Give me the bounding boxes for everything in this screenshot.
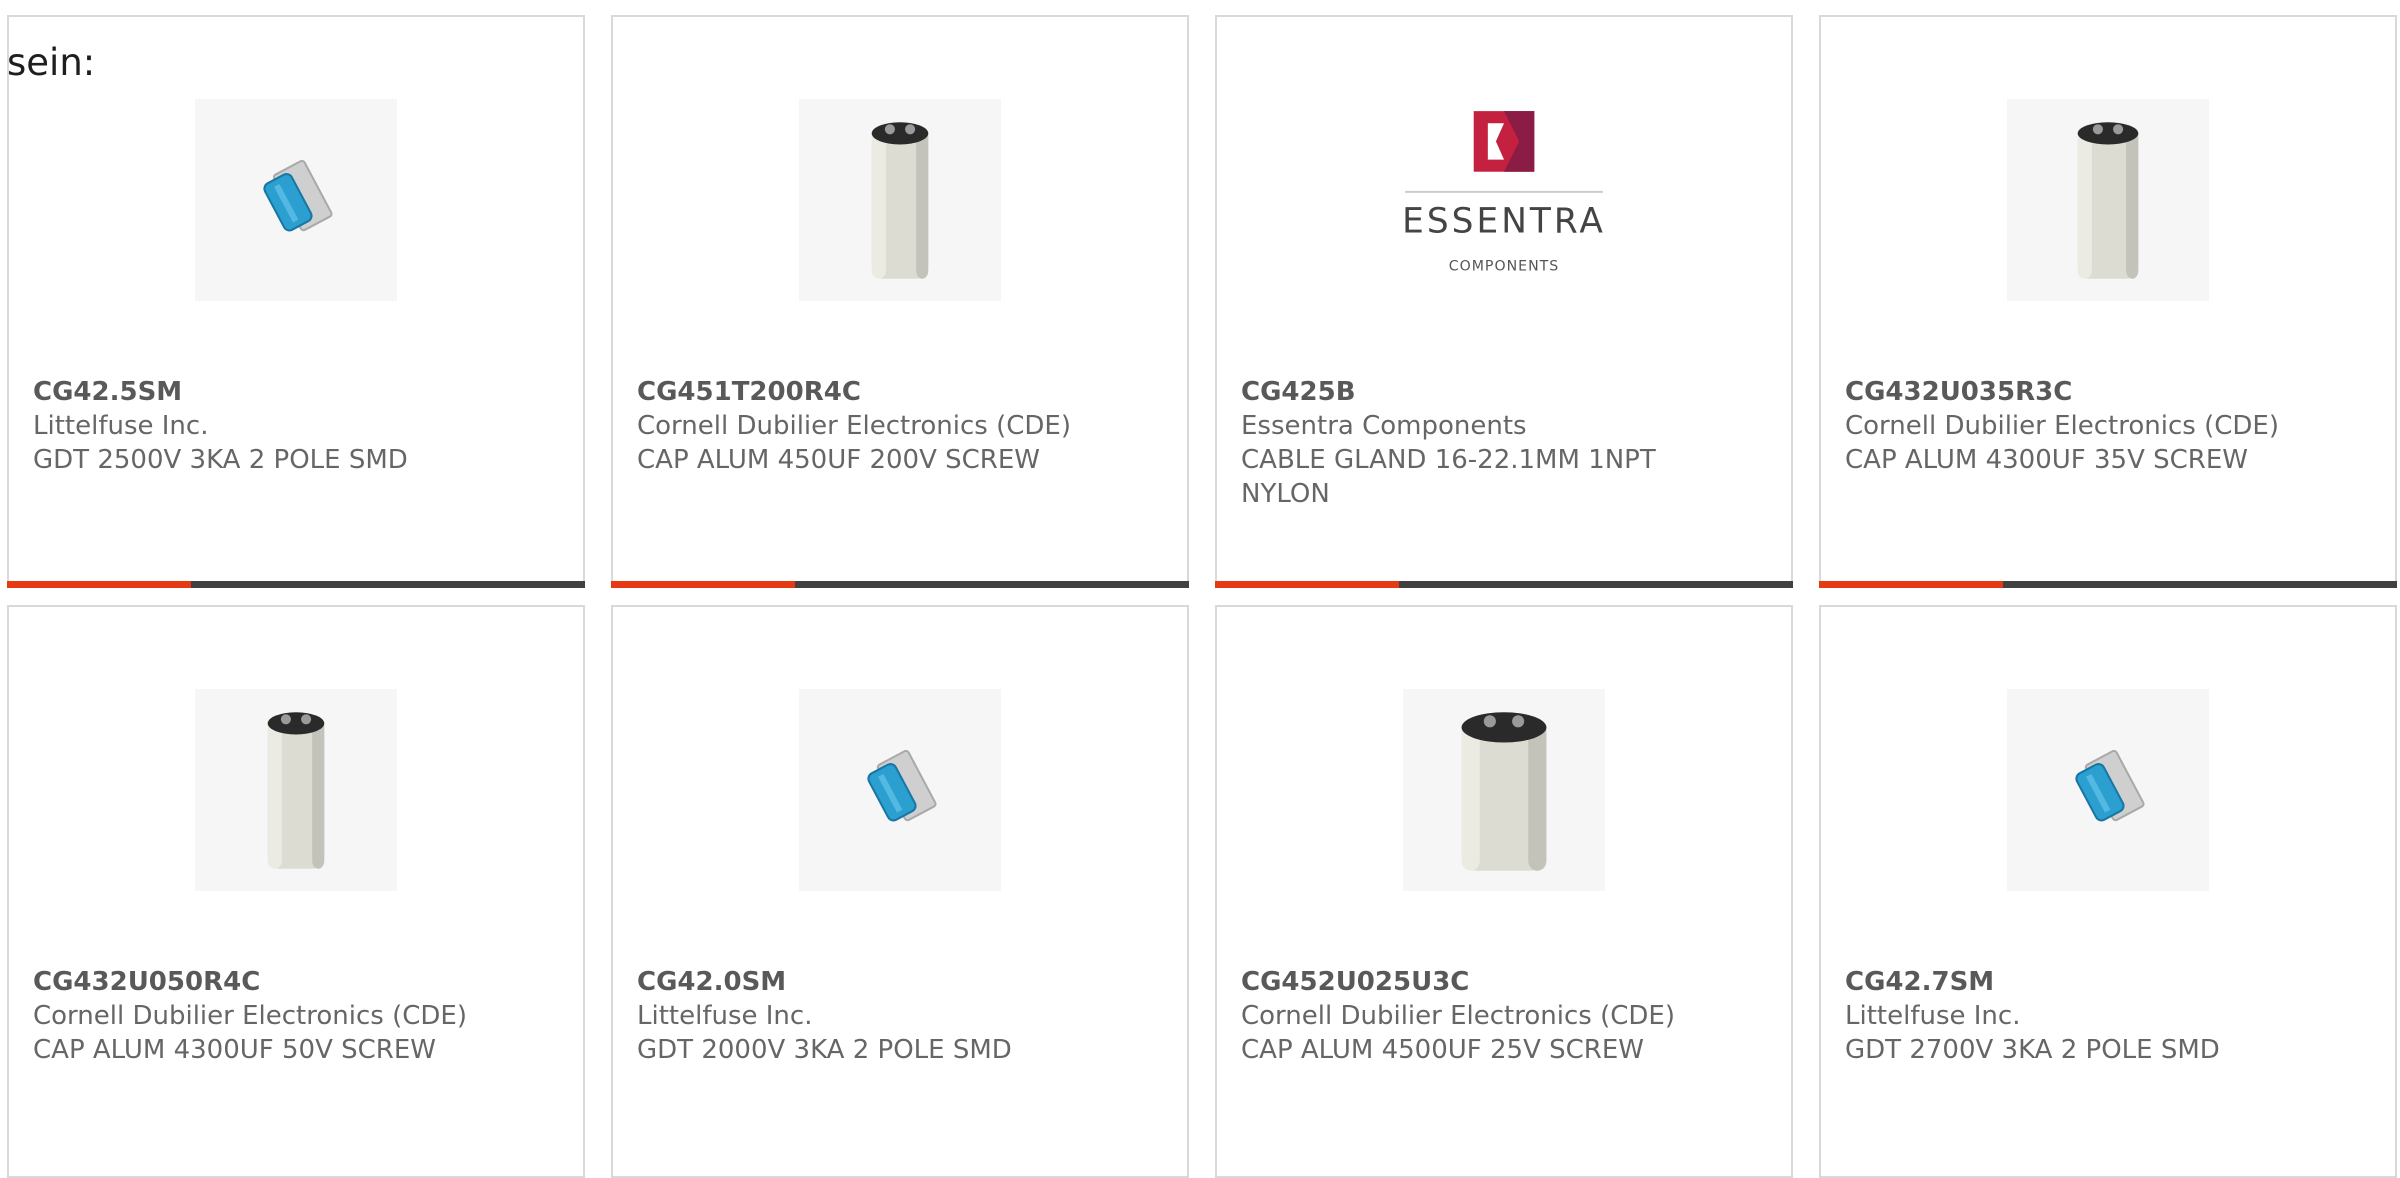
product-card[interactable]: CG42.7SM Littelfuse Inc. GDT 2700V 3KA 2… — [1819, 605, 2397, 1178]
description: GDT 2700V 3KA 2 POLE SMD — [1845, 1035, 2220, 1065]
essentra-logo: ESSENTRA COMPONENTS — [1403, 111, 1605, 275]
card-accent — [611, 581, 795, 588]
description: GDT 2000V 3KA 2 POLE SMD — [637, 1035, 1012, 1065]
product-card[interactable]: CG432U035R3C Cornell Dubilier Electronic… — [1819, 15, 2397, 588]
capacitor-icon — [2077, 122, 2139, 279]
gdt-smd-icon — [2075, 749, 2145, 822]
part-number[interactable]: CG42.7SM — [1845, 965, 2371, 999]
product-card[interactable]: CG42.0SM Littelfuse Inc. GDT 2000V 3KA 2… — [611, 605, 1189, 1178]
manufacturer: Littelfuse Inc. — [1845, 1001, 2021, 1031]
part-number[interactable]: CG425B — [1241, 375, 1767, 409]
product-image[interactable]: ESSENTRA COMPONENTS — [1403, 99, 1605, 301]
manufacturer: Cornell Dubilier Electronics (CDE) — [33, 1001, 467, 1031]
manufacturer: Littelfuse Inc. — [33, 411, 209, 441]
product-image[interactable] — [2007, 689, 2209, 891]
description: CAP ALUM 4300UF 35V SCREW — [1845, 445, 2248, 475]
product-image[interactable] — [799, 689, 1001, 891]
gdt-smd-icon — [263, 159, 333, 232]
description: CAP ALUM 450UF 200V SCREW — [637, 445, 1040, 475]
description: CABLE GLAND 16-22.1MM 1NPT NYLON — [1241, 445, 1656, 509]
product-image[interactable] — [2007, 99, 2209, 301]
product-card[interactable]: ESSENTRA COMPONENTS CG425B Essentra Comp… — [1215, 15, 1793, 588]
part-number[interactable]: CG452U025U3C — [1241, 965, 1767, 999]
part-number[interactable]: CG432U035R3C — [1845, 375, 2371, 409]
part-number[interactable]: CG42.5SM — [33, 375, 559, 409]
product-image[interactable] — [1403, 689, 1605, 891]
manufacturer: Cornell Dubilier Electronics (CDE) — [1241, 1001, 1675, 1031]
manufacturer: Essentra Components — [1241, 411, 1527, 441]
product-card[interactable]: CG432U050R4C Cornell Dubilier Electronic… — [7, 605, 585, 1178]
part-number[interactable]: CG451T200R4C — [637, 375, 1163, 409]
product-image[interactable] — [799, 99, 1001, 301]
manufacturer: Littelfuse Inc. — [637, 1001, 813, 1031]
part-number[interactable]: CG432U050R4C — [33, 965, 559, 999]
product-image[interactable] — [195, 689, 397, 891]
product-card[interactable]: CG451T200R4C Cornell Dubilier Electronic… — [611, 15, 1189, 588]
capacitor-icon — [871, 122, 929, 279]
card-accent — [1215, 581, 1399, 588]
logo-subtext: COMPONENTS — [1449, 259, 1560, 275]
page-heading: sein: — [7, 41, 96, 84]
product-grid: CG42.5SM Littelfuse Inc. GDT 2500V 3KA 2… — [0, 0, 2400, 1178]
capacitor-icon — [267, 712, 325, 869]
manufacturer: Cornell Dubilier Electronics (CDE) — [1845, 411, 2279, 441]
card-bottom-bar — [1819, 581, 2397, 588]
description: GDT 2500V 3KA 2 POLE SMD — [33, 445, 408, 475]
card-accent — [1819, 581, 2003, 588]
manufacturer: Cornell Dubilier Electronics (CDE) — [637, 411, 1071, 441]
product-card[interactable]: CG42.5SM Littelfuse Inc. GDT 2500V 3KA 2… — [7, 15, 585, 588]
part-number[interactable]: CG42.0SM — [637, 965, 1163, 999]
gdt-smd-icon — [867, 749, 937, 822]
logo-text: ESSENTRA — [1403, 201, 1605, 241]
description: CAP ALUM 4500UF 25V SCREW — [1241, 1035, 1644, 1065]
description: CAP ALUM 4300UF 50V SCREW — [33, 1035, 436, 1065]
card-bottom-bar — [611, 581, 1189, 588]
card-accent — [7, 581, 191, 588]
card-bottom-bar — [7, 581, 585, 588]
card-bottom-bar — [1215, 581, 1793, 588]
product-image[interactable] — [195, 99, 397, 301]
capacitor-wide-icon — [1461, 712, 1547, 871]
product-card[interactable]: CG452U025U3C Cornell Dubilier Electronic… — [1215, 605, 1793, 1178]
